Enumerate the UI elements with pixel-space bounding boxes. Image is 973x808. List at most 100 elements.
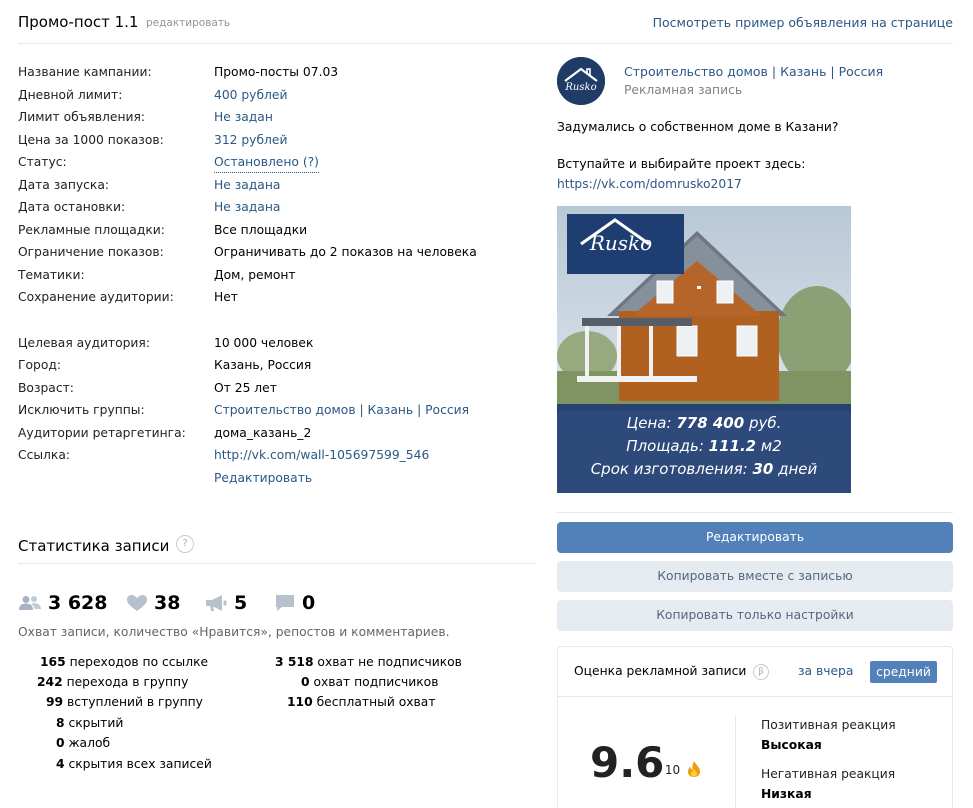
targeting-label: Возраст: [18, 381, 74, 395]
post-url-link[interactable]: http://vk.com/wall-105697599_546 [214, 445, 429, 465]
rating-period-link[interactable]: за вчера [798, 664, 853, 678]
rating-badge: средний [870, 661, 937, 683]
price-label: Цена: [626, 414, 677, 432]
detail-value: Промо-посты 07.03 [214, 65, 339, 79]
likes-count: 38 [154, 592, 181, 614]
negative-reaction-label: Негативная реакция [761, 767, 896, 781]
image-logo-text: Rusko [589, 231, 652, 255]
area-unit: м2 [756, 437, 782, 455]
copy-settings-button[interactable]: Копировать только настройки [557, 600, 953, 631]
stat-line: 110 бесплатный охват [287, 692, 436, 712]
group-name-link[interactable]: Строительство домов | Казань | Россия [624, 64, 883, 79]
stat-line: 165 переходов по ссылке [40, 652, 208, 672]
house-logo-icon: Rusko [557, 57, 605, 105]
ad-limit-link[interactable]: Не задан [214, 107, 273, 127]
beta-icon[interactable]: β [753, 664, 769, 680]
cpm-price-link[interactable]: 312 рублей [214, 130, 287, 150]
stat-text: перехода в группу [62, 675, 189, 689]
positive-reaction-label: Позитивная реакция [761, 718, 896, 732]
stat-text: вступлений в группу [63, 695, 203, 709]
stop-date-link[interactable]: Не задана [214, 197, 280, 217]
image-caption: Цена: 778 400 руб. Площадь: 111.2 м2 Сро… [557, 412, 851, 481]
preview-ad-link[interactable]: Посмотреть пример объявления на странице [653, 15, 953, 30]
stats-title: Статистика записи [18, 537, 170, 555]
stat-text: охват подписчиков [309, 675, 439, 689]
users-icon [19, 596, 41, 610]
excluded-group-link[interactable]: Строительство домов | Казань | Россия [214, 400, 469, 420]
stat-text: скрытий [64, 716, 124, 730]
help-icon[interactable]: ? [176, 535, 194, 553]
copy-with-post-button[interactable]: Копировать вместе с записью [557, 561, 953, 592]
area-line: Площадь: 111.2 м2 [557, 435, 851, 458]
daily-limit-link[interactable]: 400 рублей [214, 85, 287, 105]
stat-line: 242 перехода в группу [37, 672, 188, 692]
stat-num: 8 [56, 716, 65, 730]
negative-reaction-value: Низкая [761, 787, 812, 801]
stat-text: бесплатный охват [312, 695, 436, 709]
stat-line: 3 518 охват не подписчиков [275, 652, 462, 672]
targeting-label: Ссылка: [18, 448, 71, 462]
targeting-label: Целевая аудитория: [18, 336, 150, 350]
stat-line: 4 скрытия всех записей [56, 754, 212, 774]
detail-label: Дневной лимит: [18, 88, 123, 102]
stat-line: 0 охват подписчиков [301, 672, 438, 692]
avatar-logo-text: Rusko [564, 82, 596, 93]
megaphone-icon [206, 595, 227, 611]
area-value: 111.2 [708, 437, 757, 455]
stat-num: 242 [37, 675, 63, 689]
stat-text: скрытия всех записей [64, 757, 212, 771]
ad-title: Промо-пост 1.1 [18, 13, 139, 31]
rating-score-max: / 10 [657, 763, 681, 777]
targeting-value: дома_казань_2 [214, 426, 312, 440]
stat-num: 0 [301, 675, 310, 689]
comment-icon [276, 595, 294, 611]
detail-label: Статус: [18, 155, 67, 169]
detail-label: Лимит объявления: [18, 110, 146, 124]
ad-image[interactable]: Rusko Цена: 778 400 руб. Площадь: 111.2 … [557, 206, 851, 493]
detail-label: Ограничение показов: [18, 245, 164, 259]
detail-label: Цена за 1000 показов: [18, 133, 164, 147]
status-link[interactable]: Остановлено (?) [214, 152, 319, 173]
edit-title-link[interactable]: редактировать [146, 17, 230, 29]
area-label: Площадь: [626, 437, 709, 455]
term-unit: дней [773, 460, 818, 478]
fire-icon [686, 760, 702, 782]
rating-separator [735, 716, 736, 808]
stat-text: охват не подписчиков [313, 655, 462, 669]
targeting-label: Исключить группы: [18, 403, 145, 417]
stat-num: 110 [287, 695, 313, 709]
detail-label: Дата остановки: [18, 200, 126, 214]
post-text: Задумались о собственном доме в Казани? [557, 120, 839, 134]
reach-stat: 3 628 [18, 592, 108, 614]
stat-text: переходов по ссылке [65, 655, 209, 669]
stat-num: 4 [56, 757, 65, 771]
term-value: 30 [752, 460, 774, 478]
detail-label: Дата запуска: [18, 178, 110, 192]
stats-divider [18, 563, 536, 564]
stat-num: 165 [40, 655, 66, 669]
edit-targeting-link[interactable]: Редактировать [214, 468, 312, 488]
reach-count: 3 628 [48, 592, 108, 614]
detail-value: Ограничивать до 2 показов на человека [214, 245, 477, 259]
start-date-link[interactable]: Не задана [214, 175, 280, 195]
stat-line: 99 вступлений в группу [46, 692, 203, 712]
edit-ad-button[interactable]: Редактировать [557, 522, 953, 553]
price-line: Цена: 778 400 руб. [557, 412, 851, 435]
header-divider [18, 43, 953, 44]
stat-line: 0 жалоб [56, 733, 110, 753]
rating-divider [558, 696, 952, 697]
detail-label: Рекламные площадки: [18, 223, 165, 237]
group-avatar[interactable]: Rusko [557, 57, 605, 105]
comments-count: 0 [302, 592, 316, 614]
reposts-stat: 5 [204, 592, 247, 614]
targeting-label: Город: [18, 358, 61, 372]
detail-label: Сохранение аудитории: [18, 290, 174, 304]
targeting-value: Казань, Россия [214, 358, 312, 372]
right-divider [557, 512, 953, 513]
post-link[interactable]: https://vk.com/domrusko2017 [557, 177, 742, 191]
price-value: 778 400 [676, 414, 745, 432]
reach-description: Охват записи, количество «Нравится», реп… [18, 625, 450, 639]
rating-title: Оценка рекламной записи [574, 664, 747, 678]
comments-stat: 0 [274, 592, 315, 614]
stat-line: 8 скрытий [56, 713, 123, 733]
